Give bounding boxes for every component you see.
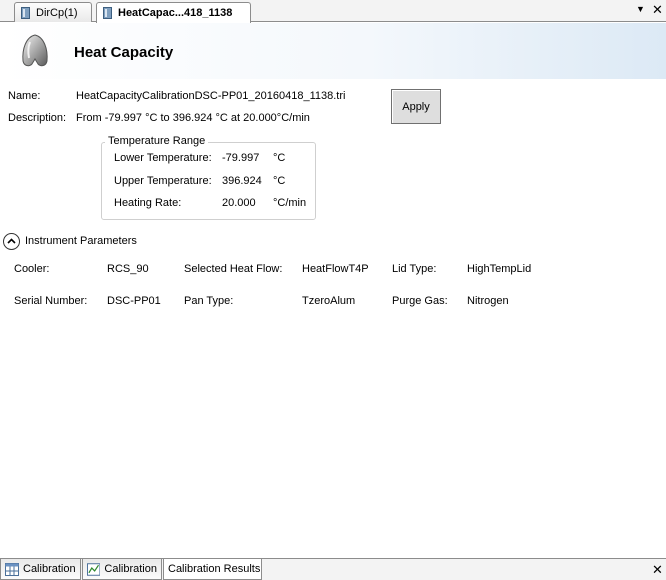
document-tab-strip: DirCp(1) HeatCapac...418_1138 ▼ ✕ <box>0 0 666 23</box>
table-icon <box>5 562 19 576</box>
heat-capacity-icon <box>22 34 48 67</box>
chart-icon <box>87 562 101 576</box>
heat-flow-value: HeatFlowT4P <box>302 263 369 275</box>
cooler-value: RCS_90 <box>107 263 149 275</box>
serial-number-value: DSC-PP01 <box>107 295 161 307</box>
tab-label: Calibration Results <box>168 563 261 575</box>
heating-rate-unit: °C/min <box>273 197 307 209</box>
document-icon <box>21 6 30 19</box>
description-label: Description: <box>8 112 67 124</box>
page-title: Heat Capacity <box>74 44 174 61</box>
instrument-parameters-title: Instrument Parameters <box>25 235 137 247</box>
lower-temperature-label: Lower Temperature: <box>114 152 212 164</box>
tab-label: DirCp(1) <box>36 6 78 19</box>
upper-temperature-label: Upper Temperature: <box>114 175 212 187</box>
heat-flow-label: Selected Heat Flow: <box>184 263 283 275</box>
tab-calibration-table[interactable]: Calibration <box>0 559 81 580</box>
purge-gas-value: Nitrogen <box>467 295 509 307</box>
lower-temperature-value: -79.997 <box>222 152 260 164</box>
temperature-range-legend: Temperature Range <box>105 135 209 147</box>
tab-list-dropdown-icon[interactable]: ▼ <box>636 4 645 14</box>
tab-calibration-results[interactable]: Calibration Results <box>163 559 262 580</box>
page-header: Heat Capacity <box>0 23 666 79</box>
close-panel-icon[interactable]: ✕ <box>652 563 663 577</box>
document-icon <box>103 7 112 19</box>
tab-calibration-chart[interactable]: Calibration <box>82 559 162 580</box>
serial-number-label: Serial Number: <box>14 295 88 307</box>
close-document-icon[interactable]: ✕ <box>652 3 663 17</box>
cooler-label: Cooler: <box>14 263 50 275</box>
chevron-up-icon <box>7 238 16 244</box>
upper-temperature-value: 396.924 <box>222 175 262 187</box>
apply-button[interactable]: Apply <box>391 89 441 124</box>
bottom-tab-strip: Calibration Calibration Calibration Resu… <box>0 558 666 580</box>
description-value: From -79.997 °C to 396.924 °C at 20.000°… <box>76 112 310 124</box>
collapse-section-button[interactable] <box>3 233 20 250</box>
lid-type-label: Lid Type: <box>392 263 437 275</box>
lid-type-value: HighTempLid <box>467 263 532 275</box>
pan-type-value: TzeroAlum <box>302 295 356 307</box>
name-value: HeatCapacityCalibrationDSC-PP01_20160418… <box>76 90 346 102</box>
name-label: Name: <box>8 90 41 102</box>
heating-rate-label: Heating Rate: <box>114 197 182 209</box>
tab-label: Calibration <box>104 563 157 575</box>
pan-type-label: Pan Type: <box>184 295 234 307</box>
lower-temperature-unit: °C <box>273 152 286 164</box>
upper-temperature-unit: °C <box>273 175 286 187</box>
tab-label: HeatCapac...418_1138 <box>118 7 233 19</box>
tab-heatcapacity[interactable]: HeatCapac...418_1138 <box>96 2 251 23</box>
heating-rate-value: 20.000 <box>222 197 256 209</box>
tab-dircp[interactable]: DirCp(1) <box>14 2 92 22</box>
tab-label: Calibration <box>23 563 76 575</box>
purge-gas-label: Purge Gas: <box>392 295 448 307</box>
